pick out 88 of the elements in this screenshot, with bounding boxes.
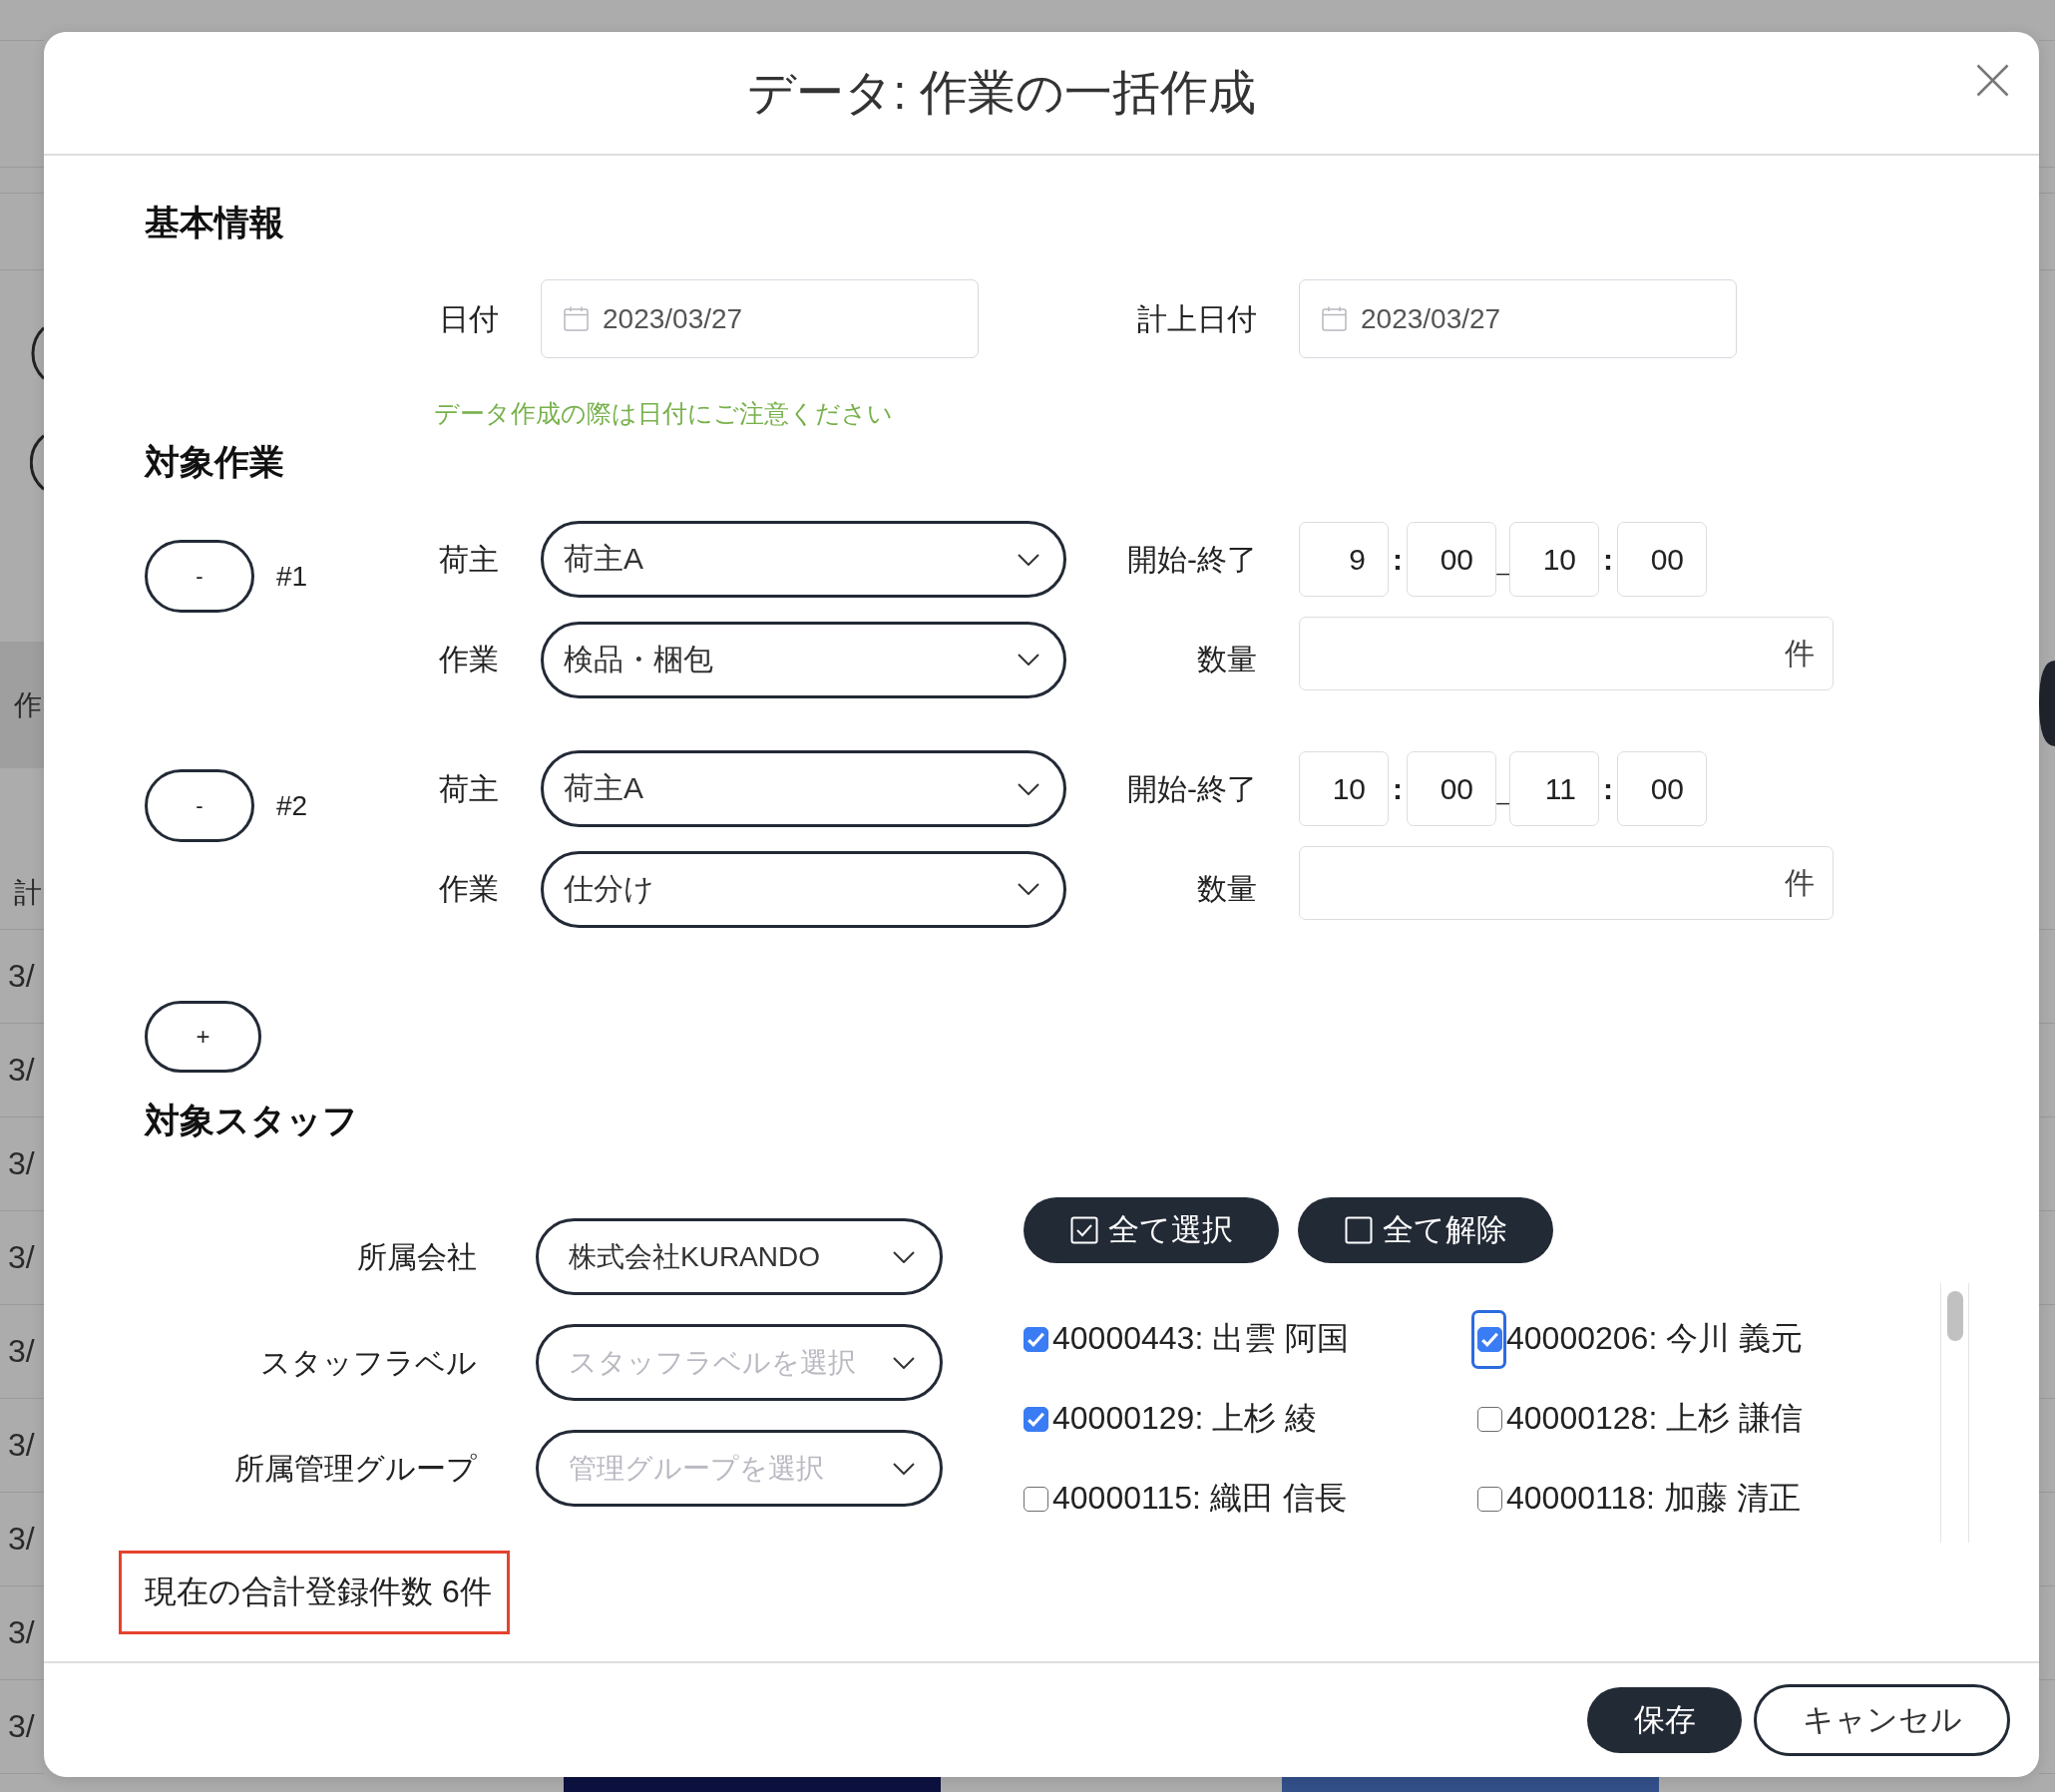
time-colon: : bbox=[1602, 771, 1614, 806]
field-label: 計上日付 bbox=[1137, 300, 1257, 337]
staff-option-label[interactable]: 40000129: 上杉 綾 bbox=[1052, 1397, 1318, 1441]
save-button[interactable]: 保存 bbox=[1587, 1687, 1742, 1753]
select-all-button[interactable]: 全て選択 bbox=[1024, 1197, 1279, 1263]
time-field[interactable]: 00 bbox=[1617, 522, 1707, 597]
field-label: 日付 bbox=[439, 300, 499, 337]
table-cell: 3/ bbox=[8, 1052, 35, 1089]
dialog-title: データ: 作業の一括作成 bbox=[747, 65, 1256, 121]
field-label: 数量 bbox=[1197, 871, 1257, 907]
add-button[interactable]: + bbox=[145, 1001, 261, 1073]
table-cell: 3/ bbox=[8, 1614, 35, 1651]
task-select[interactable]: 仕分け bbox=[541, 850, 1066, 928]
checkbox-checked-icon bbox=[1069, 1216, 1098, 1244]
field-label: 開始-終了 bbox=[1127, 770, 1257, 807]
remove-button[interactable]: - bbox=[145, 769, 254, 842]
chevron-down-icon bbox=[893, 1462, 915, 1475]
quantity-field[interactable]: 件 bbox=[1299, 846, 1834, 920]
section-heading: 対象スタッフ bbox=[145, 1100, 358, 1141]
time-field[interactable]: 10 bbox=[1509, 522, 1599, 597]
checkbox[interactable] bbox=[1024, 1486, 1048, 1512]
time-field[interactable]: 00 bbox=[1617, 751, 1707, 826]
table-cell: 3/ bbox=[8, 1708, 35, 1745]
checkbox[interactable] bbox=[1024, 1326, 1048, 1352]
checkbox[interactable] bbox=[1024, 1406, 1048, 1432]
checkbox[interactable] bbox=[1477, 1486, 1502, 1512]
staff-option-label[interactable]: 40000206: 今川 義元 bbox=[1506, 1317, 1804, 1361]
chevron-down-icon bbox=[1018, 782, 1039, 795]
time-colon: : bbox=[1392, 771, 1404, 806]
scrollbar-thumb[interactable] bbox=[1946, 1291, 1963, 1341]
time-colon: : bbox=[1392, 542, 1404, 577]
close-icon[interactable] bbox=[1976, 64, 2009, 97]
table-cell: 3/ bbox=[8, 1521, 35, 1558]
field-label: 所属会社 bbox=[357, 1238, 477, 1275]
time-field[interactable]: 11 bbox=[1509, 751, 1599, 826]
field-label: 荷主 bbox=[439, 541, 499, 578]
shipper-select[interactable]: 荷主A bbox=[541, 521, 1066, 598]
time-field[interactable]: 10 bbox=[1299, 751, 1389, 826]
time-field[interactable]: 9 bbox=[1299, 522, 1389, 597]
chevron-down-icon bbox=[893, 1356, 915, 1369]
date-field[interactable]: 2023/03/27 bbox=[1299, 279, 1737, 358]
staff-option-label[interactable]: 40000443: 出雲 阿国 bbox=[1052, 1317, 1350, 1361]
chevron-down-icon bbox=[1018, 883, 1039, 895]
date-field[interactable]: 2023/03/27 bbox=[541, 279, 979, 358]
checkbox[interactable] bbox=[1477, 1326, 1502, 1352]
table-cell: 3/ bbox=[8, 1427, 35, 1464]
range-separator: _ bbox=[1496, 781, 1509, 804]
time-field[interactable]: 00 bbox=[1407, 522, 1496, 597]
chevron-down-icon bbox=[893, 1250, 915, 1263]
filter-select[interactable]: 株式会社KURANDO bbox=[536, 1218, 943, 1295]
field-label: 開始-終了 bbox=[1127, 541, 1257, 578]
section-heading: 対象作業 bbox=[145, 441, 284, 483]
time-field[interactable]: 00 bbox=[1407, 751, 1496, 826]
table-cell: 3/ bbox=[8, 958, 35, 995]
field-label: 作業 bbox=[439, 871, 499, 907]
checkbox[interactable] bbox=[1477, 1406, 1502, 1432]
section-heading: 基本情報 bbox=[145, 202, 284, 243]
task-number: #2 bbox=[276, 789, 308, 822]
task-number: #1 bbox=[276, 560, 308, 593]
cancel-button[interactable]: キャンセル bbox=[1754, 1684, 2010, 1756]
field-label: 数量 bbox=[1197, 642, 1257, 677]
range-separator: _ bbox=[1496, 552, 1509, 575]
table-cell: 3/ bbox=[8, 1145, 35, 1182]
staff-option-label[interactable]: 40000115: 織田 信長 bbox=[1052, 1477, 1347, 1521]
clear-all-button[interactable]: 全て解除 bbox=[1298, 1197, 1553, 1263]
field-label: 荷主 bbox=[439, 770, 499, 807]
calendar-icon bbox=[564, 306, 589, 331]
field-label: 作業 bbox=[439, 642, 499, 677]
task-select[interactable]: 検品・梱包 bbox=[541, 621, 1066, 698]
calendar-icon bbox=[1322, 306, 1347, 331]
chevron-down-icon bbox=[1018, 553, 1039, 566]
remove-button[interactable]: - bbox=[145, 540, 254, 613]
total-count-notice: 現在の合計登録件数 6件 bbox=[119, 1551, 510, 1634]
table-cell: 3/ bbox=[8, 1239, 35, 1276]
staff-option-label[interactable]: 40000118: 加藤 清正 bbox=[1506, 1477, 1801, 1521]
staff-option-label[interactable]: 40000128: 上杉 謙信 bbox=[1506, 1397, 1804, 1441]
field-label: スタッフラベル bbox=[260, 1344, 477, 1381]
table-cell: 3/ bbox=[8, 1333, 35, 1370]
column-header: 作 bbox=[14, 687, 42, 722]
field-label: 所属管理グループ bbox=[234, 1450, 477, 1487]
chevron-down-icon bbox=[1018, 654, 1039, 666]
scrollbar-track[interactable] bbox=[1940, 1283, 1969, 1543]
quantity-field[interactable]: 件 bbox=[1299, 617, 1834, 690]
hint-text: データ作成の際は日付にご注意ください bbox=[434, 398, 893, 429]
shipper-select[interactable]: 荷主A bbox=[541, 750, 1066, 827]
column-header: 計 bbox=[14, 876, 42, 910]
time-colon: : bbox=[1602, 542, 1614, 577]
checkbox-empty-icon bbox=[1344, 1216, 1373, 1244]
